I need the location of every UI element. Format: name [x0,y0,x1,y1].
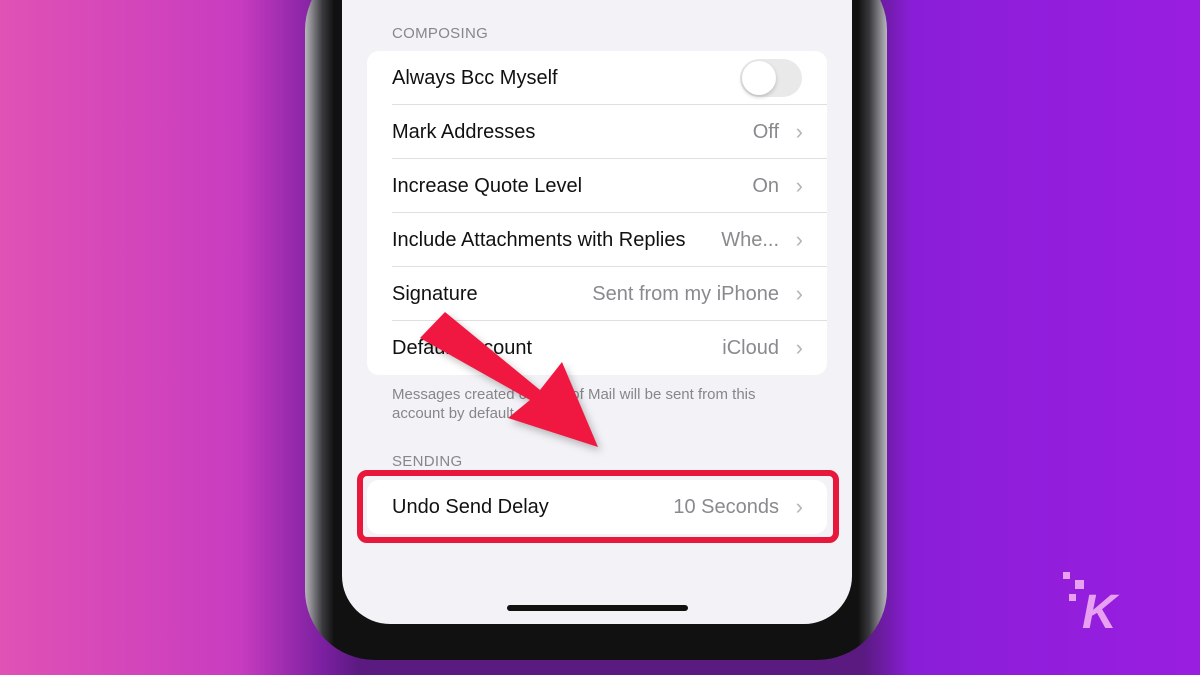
home-indicator [507,605,688,611]
arrow-icon [420,312,598,447]
knowtechie-logo: K [1063,572,1120,630]
svg-text:K: K [1082,586,1120,630]
